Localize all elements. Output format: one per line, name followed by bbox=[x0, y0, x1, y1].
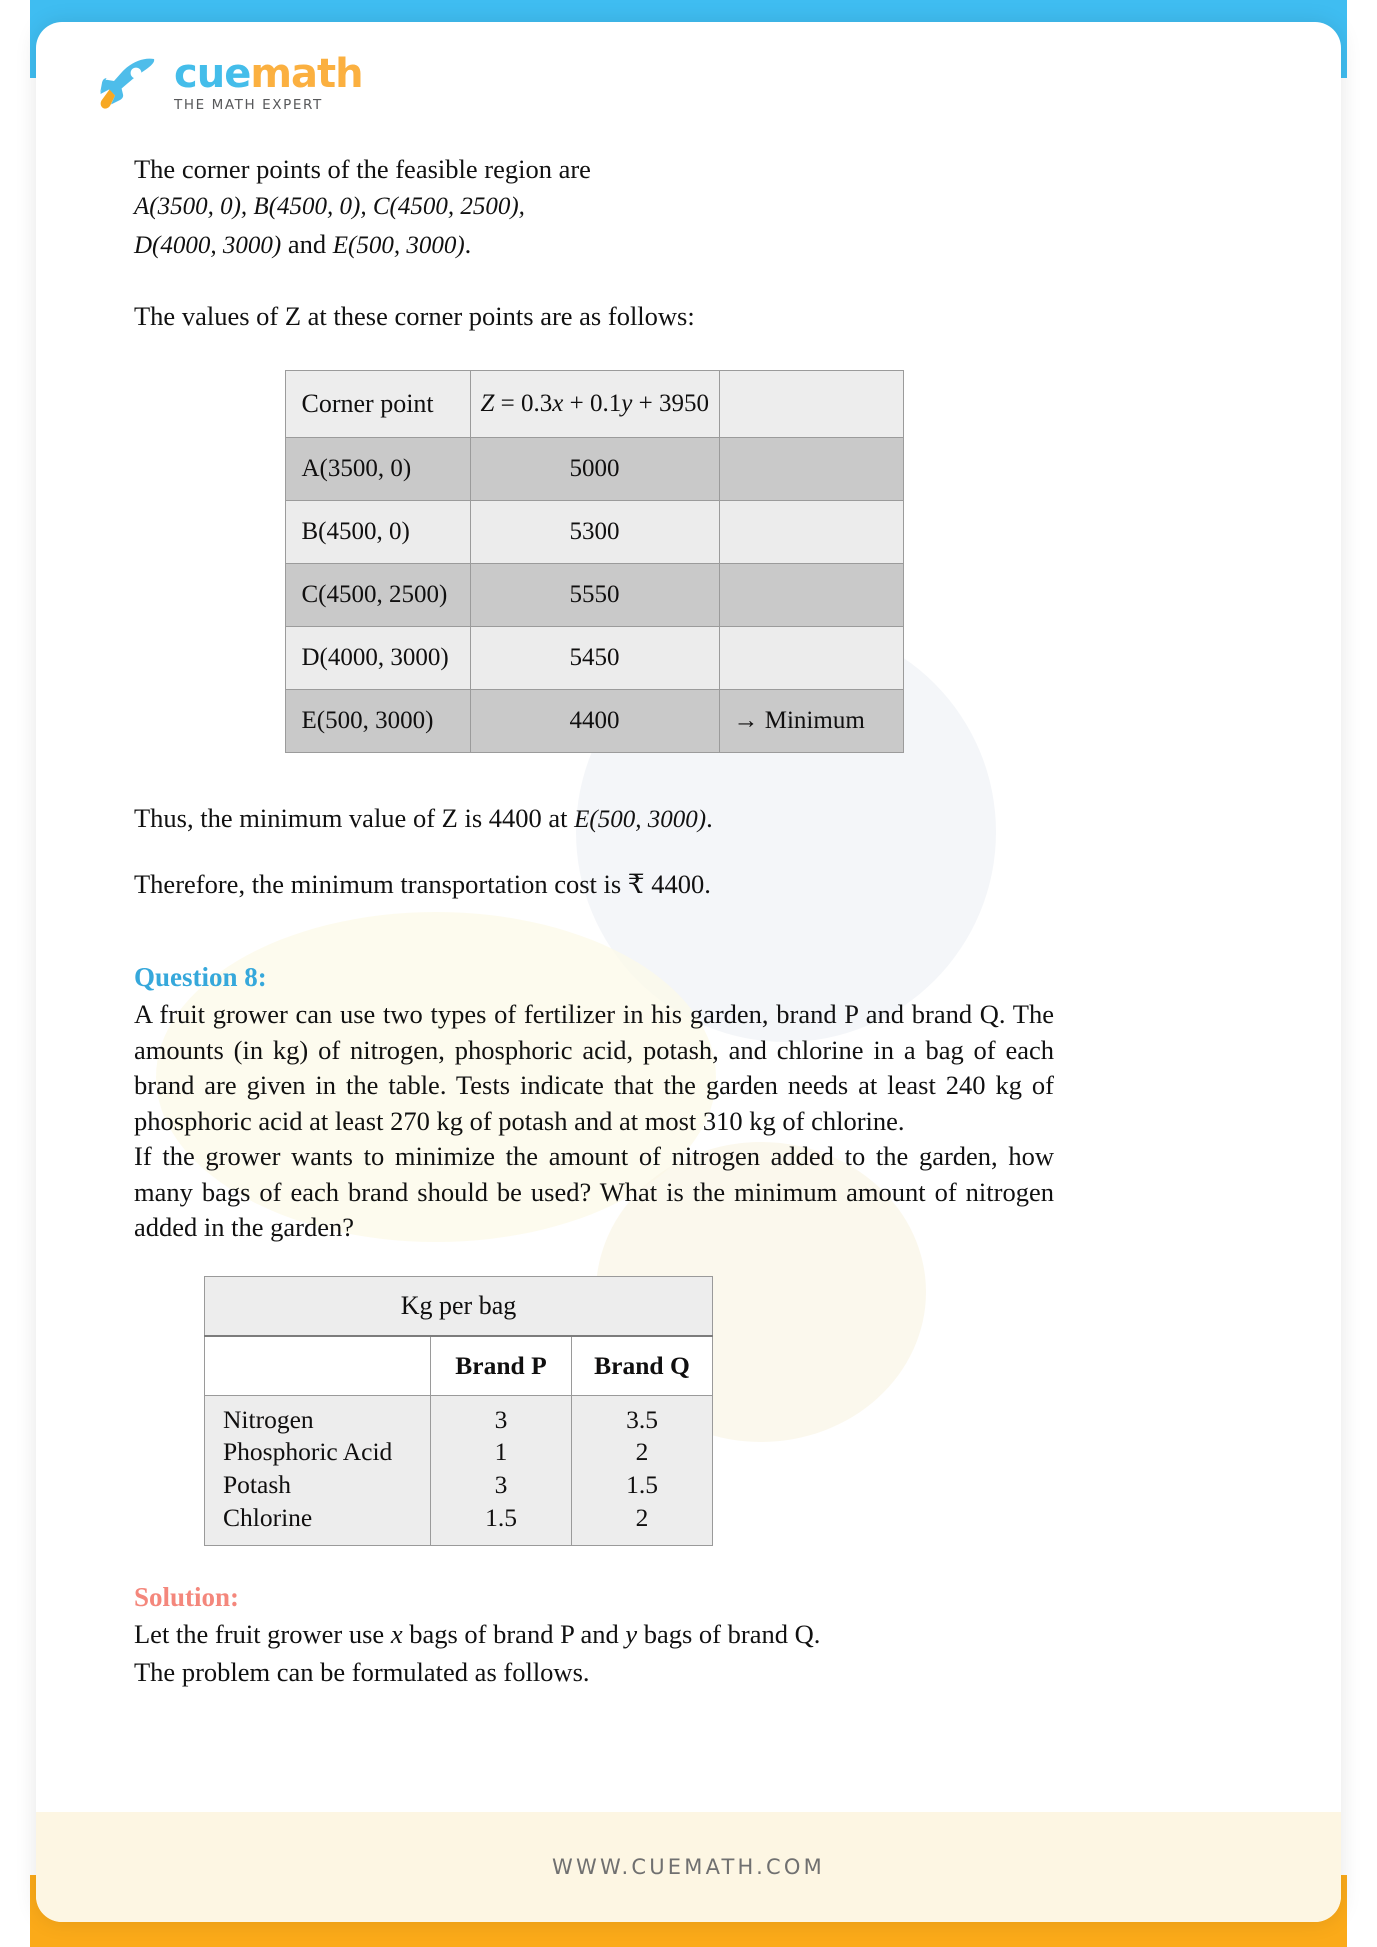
nutrient-name: Potash bbox=[223, 1470, 292, 1500]
header-note bbox=[718, 370, 904, 438]
cell-z-value: 5300 bbox=[469, 500, 720, 564]
table-header-row: Corner point Z = 0.3x + 0.1y + 3950 bbox=[284, 370, 904, 438]
corner-point-values-table: Corner point Z = 0.3x + 0.1y + 3950 A(35… bbox=[284, 370, 904, 753]
brand-p-value: 3 bbox=[494, 1470, 508, 1500]
brand-q-value: 3.5 bbox=[626, 1404, 658, 1434]
nutrient-name: Phosphoric Acid bbox=[223, 1437, 393, 1467]
cell-note bbox=[718, 563, 904, 627]
cell-corner-point: C(4500, 2500) bbox=[284, 563, 471, 627]
kg-per-bag-table: Kg per bag Brand P Brand Q Nitrogen Phos… bbox=[204, 1275, 713, 1547]
nutrient-name: Nitrogen bbox=[223, 1404, 314, 1434]
period: . bbox=[706, 803, 713, 833]
cell-z-value: 4400 bbox=[469, 689, 720, 753]
brand-p-value: 1.5 bbox=[485, 1503, 517, 1533]
cell-note bbox=[718, 437, 904, 501]
values-intro-line: The values of Z at these corner points a… bbox=[134, 300, 695, 331]
header-z-formula: Z = 0.3x + 0.1y + 3950 bbox=[469, 370, 720, 438]
header-corner-point: Corner point bbox=[284, 370, 471, 438]
cell-z-value: 5450 bbox=[469, 626, 720, 690]
table-row: C(4500, 2500) 5550 bbox=[284, 563, 904, 627]
cell-corner-point: E(500, 3000) bbox=[284, 689, 471, 753]
variable-y: y bbox=[625, 1619, 638, 1650]
brand-p-value: 3 bbox=[494, 1404, 508, 1434]
brand-q-value: 1.5 bbox=[626, 1470, 658, 1500]
solution-heading: Solution: bbox=[134, 1582, 240, 1613]
brand-q-value: 2 bbox=[635, 1503, 649, 1533]
corner-points-statement-line2: D(4000, 3000) and E(500, 3000). bbox=[134, 227, 1054, 263]
brand-q-values-column: 3.5 2 1.5 2 bbox=[571, 1394, 713, 1547]
corner-points-label: The corner points of the feasible region… bbox=[134, 154, 591, 184]
transportation-cost-statement: Therefore, the minimum transportation co… bbox=[134, 868, 711, 899]
cell-z-value: 5000 bbox=[469, 437, 720, 501]
question-paragraph-1: A fruit grower can use two types of fert… bbox=[134, 999, 1054, 1136]
minimum-value-statement: Thus, the minimum value of Z is 4400 at … bbox=[134, 801, 1054, 837]
rocket-icon bbox=[100, 58, 155, 109]
header-blank bbox=[204, 1335, 431, 1396]
cell-corner-point: A(3500, 0) bbox=[284, 437, 471, 501]
cell-note bbox=[718, 626, 904, 690]
logo-math-text: math bbox=[250, 51, 363, 97]
right-margin bbox=[1347, 0, 1377, 1947]
and-connector: and bbox=[287, 229, 327, 259]
question-paragraph-2: If the grower wants to minimize the amou… bbox=[134, 1141, 1054, 1242]
table-row: A(3500, 0) 5000 bbox=[284, 437, 904, 501]
page-footer: WWW.CUEMATH.COM bbox=[36, 1812, 1341, 1922]
solution-line-1: Let the fruit grower use x bags of brand… bbox=[134, 1617, 1054, 1653]
corner-point-e-math: E(500, 3000) bbox=[332, 232, 465, 259]
worksheet-card: cuemath THE MATH EXPERT The corner point… bbox=[36, 22, 1341, 1922]
table-row: E(500, 3000) 4400 → Minimum bbox=[284, 689, 904, 753]
logo-tagline: THE MATH EXPERT bbox=[174, 97, 323, 113]
cell-z-value: 5550 bbox=[469, 563, 720, 627]
cuemath-logo[interactable]: cuemath THE MATH EXPERT bbox=[98, 51, 364, 113]
solution-text-c: bags of brand Q. bbox=[643, 1619, 821, 1650]
cell-corner-point: B(4500, 0) bbox=[284, 500, 471, 564]
solution-text-b: bags of brand P and bbox=[409, 1619, 619, 1650]
nutrient-label-column: Nitrogen Phosphoric Acid Potash Chlorine bbox=[204, 1394, 431, 1547]
cell-note-minimum: → Minimum bbox=[718, 689, 904, 753]
brand-p-value: 1 bbox=[494, 1437, 508, 1467]
period: . bbox=[464, 229, 472, 259]
left-margin bbox=[0, 0, 30, 1947]
footer-url[interactable]: WWW.CUEMATH.COM bbox=[552, 1855, 825, 1879]
cell-corner-point: D(4000, 3000) bbox=[284, 626, 471, 690]
minimum-value-prefix: Thus, the minimum value of Z is 4400 at bbox=[134, 803, 568, 833]
logo-cue-text: cue bbox=[174, 51, 251, 97]
table-body-row: Nitrogen Phosphoric Acid Potash Chlorine… bbox=[204, 1394, 713, 1547]
brand-p-values-column: 3 1 3 1.5 bbox=[430, 1394, 572, 1547]
worksheet-content: The corner points of the feasible region… bbox=[134, 152, 1054, 1690]
solution-line-2: The problem can be formulated as follows… bbox=[134, 1656, 590, 1687]
nutrient-name: Chlorine bbox=[223, 1503, 313, 1533]
table-span-header-row: Kg per bag bbox=[204, 1275, 713, 1337]
table-row: D(4000, 3000) 5450 bbox=[284, 626, 904, 690]
minimum-point-math: E(500, 3000) bbox=[574, 806, 707, 833]
corner-point-d-math: D(4000, 3000) bbox=[134, 232, 282, 259]
header-brand-q: Brand Q bbox=[571, 1335, 713, 1396]
variable-x: x bbox=[390, 1619, 403, 1650]
question-heading: Question 8: bbox=[134, 962, 267, 992]
table-column-header-row: Brand P Brand Q bbox=[204, 1335, 713, 1396]
header-brand-p: Brand P bbox=[430, 1335, 572, 1396]
brand-q-value: 2 bbox=[635, 1437, 649, 1467]
header-kg-per-bag: Kg per bag bbox=[204, 1275, 713, 1337]
corner-points-statement: The corner points of the feasible region… bbox=[134, 152, 1054, 223]
solution-text-a: Let the fruit grower use bbox=[134, 1619, 385, 1650]
table-row: B(4500, 0) 5300 bbox=[284, 500, 904, 564]
corner-points-math-abc: A(3500, 0), B(4500, 0), C(4500, 2500), bbox=[134, 192, 525, 220]
cell-note bbox=[718, 500, 904, 564]
